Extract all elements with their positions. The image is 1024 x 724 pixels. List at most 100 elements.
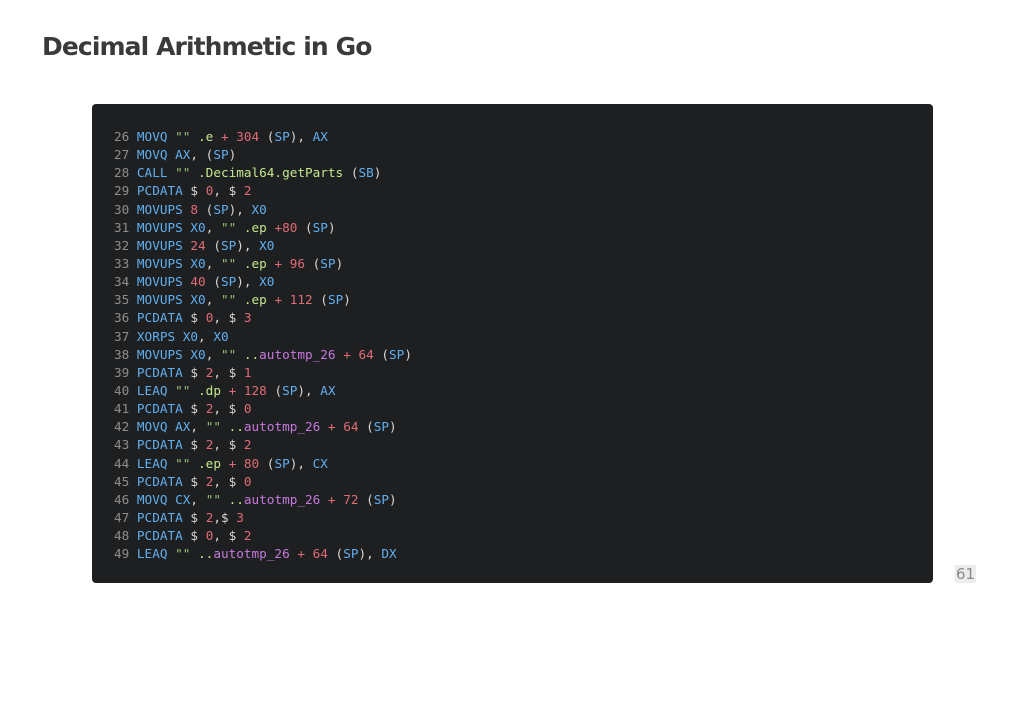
line-number: 27 xyxy=(114,147,137,163)
code-token: PCDATA xyxy=(136,528,183,544)
code-token: autotmp_26 xyxy=(243,491,321,507)
code-token: X0 xyxy=(213,328,229,344)
code-token: SP xyxy=(389,346,405,362)
line-number: 38 xyxy=(114,346,137,362)
line-number: 41 xyxy=(114,401,137,417)
code-token: MOVUPS xyxy=(136,255,183,271)
code-token: 72 xyxy=(343,491,359,507)
code-line: 42 MOVQ AX, "" ..autotmp_26 + 64 (SP) xyxy=(114,418,933,436)
code-token: 128 xyxy=(243,382,267,398)
code-token: X0 xyxy=(190,255,206,271)
code-token: PCDATA xyxy=(136,437,183,453)
code-token: "" xyxy=(220,219,237,235)
code-token: 80 xyxy=(282,219,298,235)
code-line: 32 MOVUPS 24 (SP), X0 xyxy=(114,237,933,255)
code-token: $ xyxy=(182,310,206,326)
code-token: 2 xyxy=(243,437,252,453)
code-token: SP xyxy=(213,147,229,163)
code-token: 64 xyxy=(312,546,328,562)
code-token: ( xyxy=(266,382,283,398)
code-token: ), xyxy=(289,129,313,144)
code-line: 39 PCDATA $ 2, $ 1 xyxy=(114,364,933,382)
code-token: autotmp_26 xyxy=(259,346,336,362)
code-token: CX xyxy=(175,491,191,507)
code-token: PCDATA xyxy=(136,364,183,380)
code-token: .ep xyxy=(243,255,267,271)
line-number: 39 xyxy=(114,364,137,380)
code-token: X0 xyxy=(190,292,206,308)
code-token: $ xyxy=(182,437,206,453)
code-token: 0 xyxy=(243,401,252,417)
code-token: autotmp_26 xyxy=(243,419,321,435)
code-line: 47 PCDATA $ 2,$ 3 xyxy=(114,509,933,527)
line-number: 43 xyxy=(114,437,137,453)
code-line: 43 PCDATA $ 2, $ 2 xyxy=(114,436,933,454)
code-token: , xyxy=(205,219,221,235)
code-token: X0 xyxy=(190,219,206,235)
code-token: , xyxy=(198,328,214,344)
code-line: 37 XORPS X0, X0 xyxy=(114,328,933,346)
code-token: , xyxy=(190,419,206,435)
code-token: ) xyxy=(228,147,237,163)
code-token: ( xyxy=(259,129,275,144)
code-token: ), xyxy=(289,455,313,471)
code-token: AX xyxy=(175,419,191,435)
code-token: "" xyxy=(175,455,191,471)
code-token: 64 xyxy=(343,419,359,435)
code-token: .ep xyxy=(243,292,267,308)
code-line: 36 PCDATA $ 0, $ 3 xyxy=(114,309,933,327)
code-token: + xyxy=(327,419,336,435)
code-token: 80 xyxy=(243,455,260,471)
code-token: + xyxy=(274,292,283,308)
page-number: 61 xyxy=(955,565,977,583)
code-token: , $ xyxy=(213,364,244,380)
code-token: .. xyxy=(243,346,260,362)
code-token: 3 xyxy=(243,310,252,326)
code-token: + xyxy=(274,255,283,271)
code-token: ( xyxy=(205,237,221,253)
code-token: "" xyxy=(175,129,191,144)
code-token: .. xyxy=(228,419,244,435)
code-token: ) xyxy=(389,491,397,507)
line-number: 49 xyxy=(114,546,137,562)
code-token: "" xyxy=(175,382,191,398)
code-token: LEAQ xyxy=(136,455,168,471)
line-number: 45 xyxy=(114,473,137,489)
code-token: ) xyxy=(335,255,344,271)
code-token: ) xyxy=(343,292,351,308)
code-line: 41 PCDATA $ 2, $ 0 xyxy=(114,400,933,418)
code-token: PCDATA xyxy=(136,509,183,525)
code-token: .dp xyxy=(198,382,221,398)
line-number: 46 xyxy=(114,491,137,507)
code-token: 1 xyxy=(243,364,252,380)
code-token: MOVUPS xyxy=(136,219,183,235)
code-token: , $ xyxy=(213,183,244,199)
code-line: 27 MOVQ AX, (SP) xyxy=(114,146,933,164)
code-token: 112 xyxy=(289,292,313,308)
code-token: "" xyxy=(220,346,237,362)
code-token: , xyxy=(205,255,221,271)
code-token: 8 xyxy=(190,201,199,217)
code-token: X0 xyxy=(251,201,267,217)
code-token: MOVQ xyxy=(136,147,168,163)
code-line: 35 MOVUPS X0, "" .ep + 112 (SP) xyxy=(114,291,933,309)
code-token: , $ xyxy=(213,310,244,326)
code-token: + xyxy=(327,491,336,507)
line-number: 40 xyxy=(114,382,137,398)
line-number: 35 xyxy=(114,292,137,308)
code-line: 29 PCDATA $ 0, $ 2 xyxy=(114,182,933,200)
code-token: X0 xyxy=(182,328,199,344)
code-line: 31 MOVUPS X0, "" .ep +80 (SP) xyxy=(114,219,933,237)
code-token: $ xyxy=(182,509,206,525)
code-token: SP xyxy=(274,455,290,471)
code-token: "" xyxy=(205,491,221,507)
